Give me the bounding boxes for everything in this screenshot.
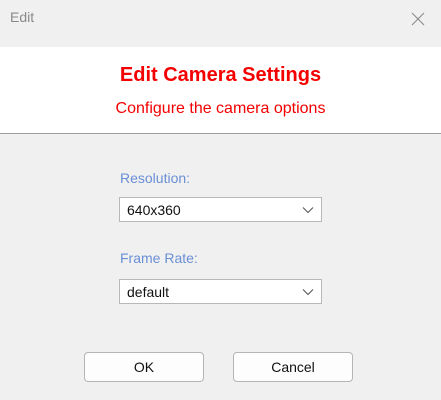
- chevron-down-icon: [302, 288, 314, 296]
- resolution-select[interactable]: 640x360: [119, 197, 322, 222]
- chevron-down-icon: [302, 206, 314, 214]
- frame-rate-value: default: [127, 284, 170, 300]
- frame-rate-label: Frame Rate:: [120, 250, 198, 266]
- close-button[interactable]: [395, 0, 441, 38]
- edit-dialog: Edit Edit Camera Settings Configure the …: [0, 0, 441, 400]
- ok-button[interactable]: OK: [84, 352, 204, 382]
- cancel-button[interactable]: Cancel: [233, 352, 353, 382]
- dialog-subheading: Configure the camera options: [115, 100, 326, 117]
- resolution-value: 640x360: [127, 202, 181, 218]
- window-title: Edit: [10, 9, 35, 25]
- title-bar[interactable]: Edit: [0, 0, 441, 38]
- resolution-label: Resolution:: [120, 170, 191, 186]
- frame-rate-select[interactable]: default: [119, 279, 322, 304]
- close-icon: [411, 12, 425, 26]
- dialog-header: Edit Camera Settings Configure the camer…: [0, 47, 441, 134]
- dialog-heading: Edit Camera Settings: [119, 64, 322, 86]
